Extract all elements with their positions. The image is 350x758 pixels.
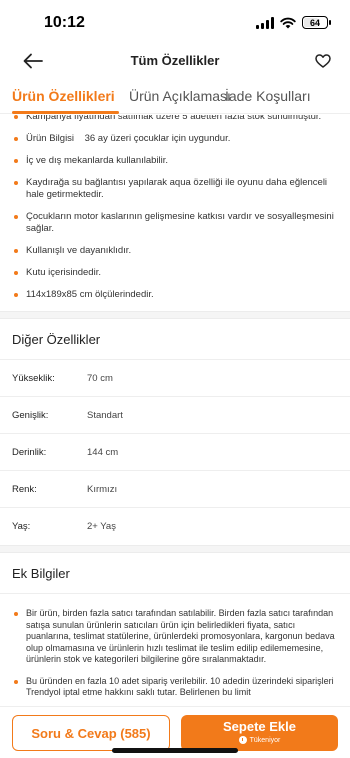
extra-info-item: Bir ürün, birden fazla satıcı tarafından… [12, 608, 338, 666]
spec-value: Standart [87, 410, 123, 421]
status-time: 10:12 [44, 14, 85, 31]
battery-level: 64 [309, 17, 320, 28]
tab-bar: Ürün Özellikleri Ürün Açıklaması İade Ko… [0, 84, 350, 114]
spec-row-height: Yükseklik: 70 cm [0, 360, 350, 397]
spec-row-age: Yaş: 2+ Yaş [0, 508, 350, 545]
wifi-icon [280, 17, 296, 28]
add-to-cart-label: Sepete Ekle [223, 719, 296, 734]
section-divider [0, 545, 350, 553]
active-tab-indicator [12, 111, 119, 114]
spec-label: Renk: [12, 484, 37, 495]
battery-icon: 64 [302, 16, 331, 29]
spec-value: 2+ Yaş [87, 521, 116, 532]
feature-item: Kullanışlı ve dayanıklıdır. [12, 245, 338, 257]
features-content[interactable]: Kampanya fiyatından satılmak üzere 5 ade… [0, 115, 350, 705]
feature-item: Çocukların motor kaslarının gelişmesine … [12, 211, 338, 235]
spec-label: Genişlik: [12, 410, 49, 421]
favorite-button[interactable] [310, 49, 336, 73]
feature-item: 114x189x85 cm ölçülerindedir. [12, 289, 338, 301]
extra-info-list: Bir ürün, birden fazla satıcı tarafından… [0, 594, 350, 699]
home-indicator [112, 748, 238, 753]
section-divider [0, 311, 350, 319]
page-title: Tüm Özellikler [130, 53, 220, 68]
nav-bar: Tüm Özellikler [0, 46, 350, 76]
add-to-cart-button[interactable]: Sepete Ekle Tükeniyor [181, 715, 338, 751]
stock-status-label: Tükeniyor [249, 736, 281, 744]
feature-list: Kampanya fiyatından satılmak üzere 5 ade… [0, 115, 350, 301]
spec-value: Kırmızı [87, 484, 118, 495]
clock-icon [238, 736, 247, 744]
spec-row-width: Genişlik: Standart [0, 397, 350, 434]
status-bar: 10:12 64 [0, 0, 350, 46]
feature-item: Kampanya fiyatından satılmak üzere 5 ade… [12, 115, 338, 123]
spec-value: 70 cm [87, 373, 113, 384]
feature-item: Ürün Bilgisi 36 ay üzeri çocuklar için u… [12, 133, 338, 145]
cellular-signal-icon [256, 16, 274, 29]
spec-row-color: Renk: Kırmızı [0, 471, 350, 508]
questions-answers-button[interactable]: Soru & Cevap (585) [12, 715, 170, 751]
spec-value: 144 cm [87, 447, 119, 458]
other-specs-title: Diğer Özellikler [0, 319, 350, 360]
tab-product-description[interactable]: Ürün Açıklaması [129, 88, 231, 104]
heart-outline-icon [315, 54, 331, 68]
spec-label: Derinlik: [12, 447, 47, 458]
extra-info-title: Ek Bilgiler [0, 553, 350, 594]
spec-label: Yükseklik: [12, 373, 55, 384]
feature-item: Kutu içerisindedir. [12, 267, 338, 279]
tab-product-features[interactable]: Ürün Özellikleri [12, 88, 115, 104]
spec-label: Yaş: [12, 521, 31, 532]
spec-row-depth: Derinlik: 144 cm [0, 434, 350, 471]
tab-return-conditions[interactable]: İade Koşulları [225, 88, 311, 104]
status-icons: 64 [256, 16, 331, 29]
stock-status: Tükeniyor [181, 736, 338, 744]
extra-info-item: Bu üründen en fazla 10 adet sipariş veri… [12, 676, 338, 699]
feature-item: İç ve dış mekanlarda kullanılabilir. [12, 155, 338, 167]
feature-item: Kaydırağa su bağlantısı yapılarak aqua ö… [12, 177, 338, 201]
